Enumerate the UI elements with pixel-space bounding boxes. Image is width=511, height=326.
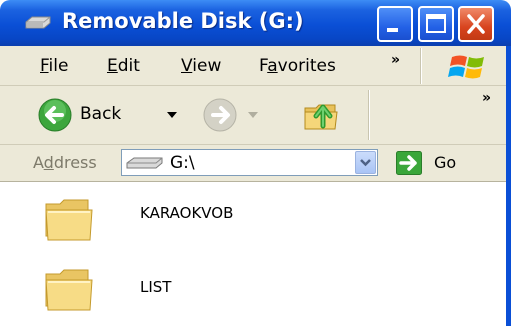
standard-toolbar: Back » (0, 86, 511, 145)
removable-disk-icon (25, 16, 51, 29)
maximize-button[interactable] (418, 6, 454, 42)
toolbar-separator (368, 90, 370, 140)
folder-name[interactable]: KARAOKVOB (140, 204, 233, 222)
chevron-down-icon (360, 159, 371, 167)
toolbar-more-chevron[interactable]: » (482, 90, 491, 106)
title-bar[interactable]: Removable Disk (G:) (0, 0, 511, 46)
explorer-window: Removable Disk (G:) File Edit View Favor… (0, 0, 511, 326)
go-arrow-icon[interactable] (396, 151, 422, 175)
address-dropdown-button[interactable] (355, 151, 376, 174)
removable-disk-icon (126, 157, 163, 169)
menu-edit[interactable]: Edit (107, 56, 140, 76)
window-right-border (506, 46, 511, 326)
menu-separator (420, 48, 422, 84)
menu-favorites[interactable]: Favorites (259, 56, 336, 76)
back-button-label[interactable]: Back (80, 104, 121, 124)
folder-name[interactable]: LIST (140, 278, 171, 296)
address-label: Address (33, 153, 97, 172)
menu-more-chevron[interactable]: » (391, 52, 400, 68)
windows-logo-icon (448, 55, 484, 79)
forward-arrow-icon[interactable] (203, 98, 237, 132)
maximize-icon (426, 14, 446, 33)
folder-icon[interactable] (44, 266, 96, 312)
close-icon (467, 14, 485, 34)
back-arrow-icon[interactable] (38, 98, 72, 132)
go-button-label[interactable]: Go (434, 153, 456, 172)
menu-bar: File Edit View Favorites » (0, 46, 511, 86)
close-button[interactable] (458, 6, 494, 42)
forward-dropdown-icon[interactable] (248, 112, 258, 118)
minimize-button[interactable] (377, 6, 413, 42)
menu-view[interactable]: View (181, 56, 221, 76)
folder-icon[interactable] (44, 196, 96, 242)
address-value[interactable]: G:\ (170, 153, 195, 173)
minimize-icon (387, 28, 398, 32)
file-list: KARAOKVOB LIST (0, 182, 511, 326)
up-folder-icon[interactable] (302, 96, 340, 134)
address-bar: Address G:\ Go (0, 145, 511, 182)
menu-file[interactable]: File (40, 56, 68, 76)
address-field[interactable]: G:\ (121, 149, 378, 176)
window-title: Removable Disk (G:) (62, 9, 304, 33)
back-dropdown-icon[interactable] (167, 112, 177, 118)
